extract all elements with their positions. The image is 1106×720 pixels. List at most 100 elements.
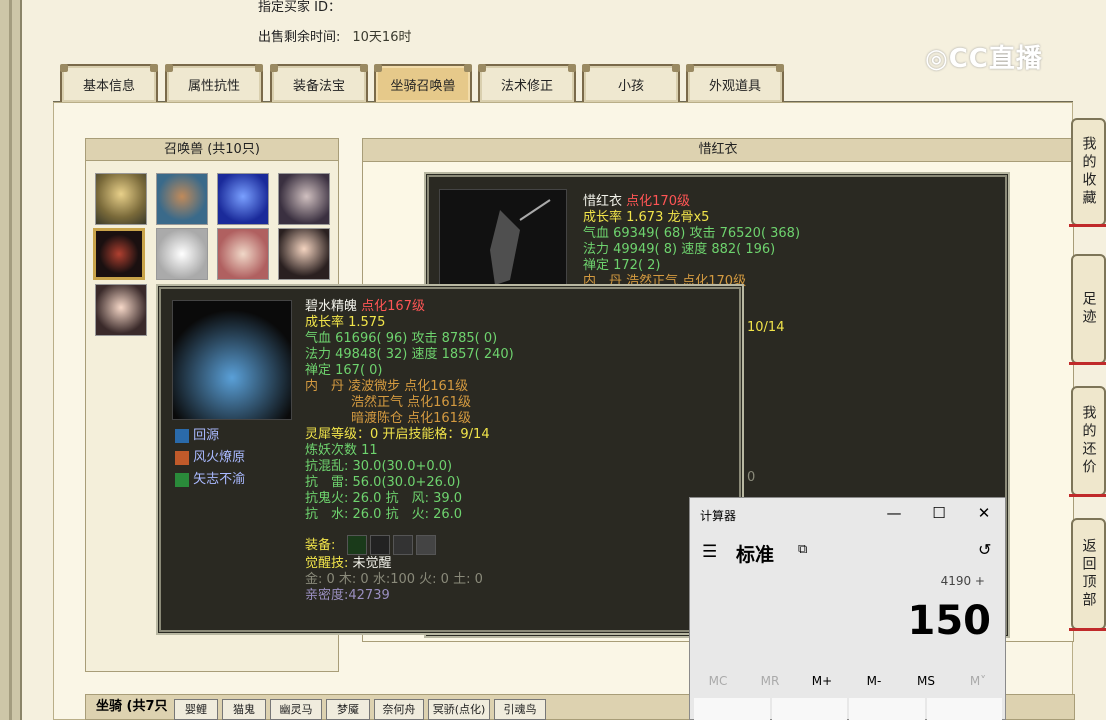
hover-resist-2: 抗 雷: 56.0(30.0+26.0) (305, 475, 461, 490)
hover-inner-2: 浩然正气 点化161级 (351, 395, 471, 410)
memory-list-button[interactable]: M˅ (958, 674, 998, 688)
hover-refine-count: 炼妖次数 11 (305, 443, 378, 458)
tip-name-line: 惜红衣 点化170级 (583, 194, 690, 209)
calculator-window: 计算器 — ☐ ✕ ☰ 标准 ⧉ ↺ 4190 + 150 MC MR M+ M… (689, 497, 1006, 720)
hover-equip-slots (347, 535, 436, 555)
tab-basic-info[interactable]: 基本信息 (60, 64, 158, 102)
history-label: 足迹 (1080, 291, 1097, 327)
memory-subtract-button[interactable]: M- (854, 674, 894, 688)
sale-time-label: 出售剩余时间: (258, 30, 341, 45)
memory-recall-button[interactable]: MR (750, 674, 790, 688)
minimize-icon[interactable]: — (884, 504, 904, 522)
hover-resist-4: 抗 水: 26.0 抗 火: 26.0 (305, 507, 463, 522)
tab-attributes[interactable]: 属性抗性 (165, 64, 263, 102)
equip-slot-icon[interactable] (393, 535, 413, 555)
summon-avatar[interactable] (278, 228, 330, 280)
memory-store-button[interactable]: MS (906, 674, 946, 688)
skill-icon (175, 428, 189, 443)
equip-slot-icon[interactable] (416, 535, 436, 555)
history-button[interactable]: 足迹 (1069, 254, 1106, 365)
watermark-text: CC直播 (948, 44, 1043, 74)
hover-equip-label: 装备: (305, 538, 336, 553)
summon-avatar[interactable] (156, 228, 208, 280)
calculator-keypad-top-row (694, 698, 1002, 720)
hover-summon-tooltip: 碧水精魄 点化167级 成长率 1.575 气血 61696( 96) 攻击 8… (159, 287, 741, 632)
my-offers-label: 我的还价 (1080, 405, 1097, 477)
calculator-key[interactable] (849, 698, 925, 720)
hover-awaken: 觉醒技: 未觉醒 (305, 556, 392, 571)
summon-avatar[interactable] (278, 173, 330, 225)
memory-clear-button[interactable]: MC (698, 674, 738, 688)
hover-resist-1: 抗混乱: 30.0(30.0+0.0) (305, 459, 453, 474)
summon-list-title: 召唤兽 (共10只) (86, 139, 338, 161)
hover-zen: 禅定 167( 0) (305, 363, 383, 378)
calculator-key[interactable] (771, 698, 847, 720)
skill-icon (175, 472, 189, 487)
mount-tab[interactable]: 幽灵马 (270, 699, 322, 720)
tab-mount-summon[interactable]: 坐骑召唤兽 (374, 64, 472, 102)
close-icon[interactable]: ✕ (974, 504, 994, 522)
skill-icon (175, 450, 189, 465)
summon-avatar[interactable] (95, 173, 147, 225)
tab-appearance[interactable]: 外观道具 (686, 64, 784, 102)
mount-tab[interactable]: 引魂鸟 (494, 699, 546, 720)
back-to-top-label: 返回顶部 (1080, 538, 1097, 610)
tip-hp-atk: 气血 69349( 68) 攻击 76520( 368) (583, 226, 801, 241)
mount-tab[interactable]: 奈何舟 (374, 699, 424, 720)
skill-fenghuo[interactable]: 风火燎原 (175, 450, 245, 466)
summon-avatar[interactable] (217, 228, 269, 280)
favorites-label: 我的收藏 (1080, 136, 1097, 208)
calculator-key[interactable] (926, 698, 1002, 720)
tip-mp-spd: 法力 49949( 8) 速度 882( 196) (583, 242, 776, 257)
tip-zen: 禅定 172( 2) (583, 258, 661, 273)
history-icon[interactable]: ↺ (978, 540, 991, 559)
hamburger-menu-icon[interactable]: ☰ (702, 542, 717, 562)
hover-lingxi: 灵犀等级：0 开启技能格：9/14 (305, 427, 490, 442)
favorites-button[interactable]: 我的收藏 (1069, 118, 1106, 227)
hover-inner-1: 内 丹 凌波微步 点化161级 (305, 379, 469, 394)
cc-live-watermark: ◎CC直播 (925, 38, 1043, 75)
game-window: { "header": { "seller_label": "指定买家 ID："… (0, 0, 1106, 720)
calculator-title: 计算器 (700, 509, 737, 523)
calculator-mode: 标准 (736, 544, 775, 566)
seller-label: 指定买家 ID： (258, 0, 341, 15)
tip-growth: 成长率 1.673 龙骨x5 (583, 210, 710, 225)
skill-huiyuan[interactable]: 回源 (175, 428, 219, 444)
summon-avatar-selected[interactable] (93, 228, 145, 280)
my-offers-button[interactable]: 我的还价 (1069, 386, 1106, 497)
mount-count-label: 坐骑 (共7只 (96, 699, 168, 714)
summon-portrait (439, 189, 567, 299)
tab-child[interactable]: 小孩 (582, 64, 680, 102)
summon-portrait-art (490, 199, 551, 285)
equip-slot-icon[interactable] (370, 535, 390, 555)
mount-tab[interactable]: 冥骄(点化) (428, 699, 490, 720)
cc-logo-icon: ◎ (925, 44, 949, 74)
hover-intimacy: 亲密度:42739 (305, 588, 390, 603)
tab-spell[interactable]: 法术修正 (478, 64, 576, 102)
maximize-icon[interactable]: ☐ (929, 504, 949, 522)
summon-avatar[interactable] (156, 173, 208, 225)
mount-tab[interactable]: 婴鲤 (174, 699, 218, 720)
summon-avatar[interactable] (217, 173, 269, 225)
memory-add-button[interactable]: M+ (802, 674, 842, 688)
hover-resist-3: 抗鬼火: 26.0 抗 风: 39.0 (305, 491, 463, 506)
hover-hp-atk: 气血 61696( 96) 攻击 8785( 0) (305, 331, 498, 346)
keep-on-top-icon[interactable]: ⧉ (798, 542, 807, 557)
mount-tab[interactable]: 梦魇 (326, 699, 370, 720)
equip-slot-icon[interactable] (347, 535, 367, 555)
tab-equipment[interactable]: 装备法宝 (270, 64, 368, 102)
summon-avatar[interactable] (95, 284, 147, 336)
skill-shizhi[interactable]: 矢志不渝 (175, 472, 245, 488)
hover-growth: 成长率 1.575 (305, 315, 386, 330)
hover-mp-spd: 法力 49848( 32) 速度 1857( 240) (305, 347, 514, 362)
hover-summon-portrait (172, 300, 292, 420)
calculator-key[interactable] (694, 698, 770, 720)
sale-time: 出售剩余时间: 10天16时 (258, 26, 411, 45)
back-to-top-button[interactable]: 返回顶部 (1069, 518, 1106, 631)
calculator-expression: 4190 + (940, 574, 985, 588)
sale-time-value: 10天16时 (352, 30, 412, 45)
tip-extra2: 0 (747, 470, 756, 485)
selected-summon-name: 惜红衣 (362, 138, 1074, 162)
mount-tab[interactable]: 猫鬼 (222, 699, 266, 720)
calculator-display: 150 (907, 598, 992, 644)
